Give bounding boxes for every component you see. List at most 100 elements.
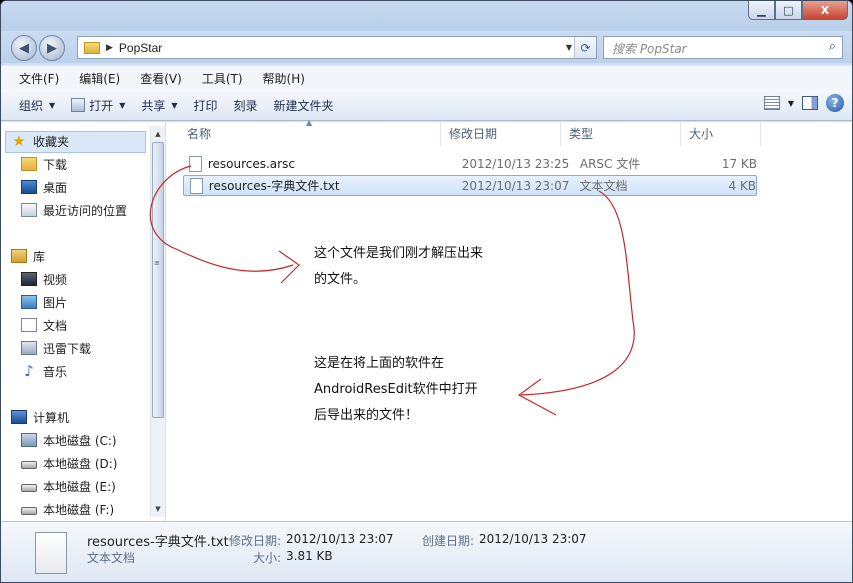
minimize-button[interactable]: ▁ xyxy=(748,1,775,20)
view-options-icon[interactable] xyxy=(763,96,780,110)
explorer-window: ▁ □ X ◀ ▶ ▶ PopStar ▼ ⟳ 搜索 PopStar ⌕ 文件(… xyxy=(0,0,853,583)
sidebar-label: 桌面 xyxy=(43,180,68,195)
recent-places-icon xyxy=(21,203,37,217)
sidebar-item-videos[interactable]: 视频 xyxy=(21,269,67,289)
maximize-button[interactable]: □ xyxy=(775,1,802,20)
column-header-type[interactable]: 类型 xyxy=(561,122,681,146)
menu-help[interactable]: 帮助(H) xyxy=(257,68,311,89)
menu-file[interactable]: 文件(F) xyxy=(13,68,65,89)
file-type: ARSC 文件 xyxy=(579,157,641,171)
column-header-name[interactable]: 名称 xyxy=(179,122,441,146)
menu-bar: 文件(F) 编辑(E) 查看(V) 工具(T) 帮助(H) xyxy=(1,65,852,90)
column-header-size[interactable]: 大小 xyxy=(681,122,761,146)
sidebar-scrollbar[interactable]: ▲ ≡ ▼ xyxy=(150,126,165,517)
chevron-down-icon: ▼ xyxy=(119,100,126,110)
breadcrumb-separator-icon[interactable]: ▶ xyxy=(106,43,113,53)
sidebar-item-drive-f[interactable]: 本地磁盘 (F:) xyxy=(21,499,114,519)
file-type: 文本文档 xyxy=(579,179,628,193)
menu-edit[interactable]: 编辑(E) xyxy=(73,68,126,89)
help-icon[interactable]: ? xyxy=(826,94,844,112)
organize-button[interactable]: 组织 ▼ xyxy=(11,93,63,117)
sidebar-label: 本地磁盘 (C:) xyxy=(43,433,117,448)
annotation-note-2: 这是在将上面的软件在 AndroidResEdit软件中打开 后导出来的文件！ xyxy=(314,351,478,429)
drive-icon xyxy=(21,460,37,469)
sidebar-group-favorites[interactable]: ★ 收藏夹 xyxy=(4,131,147,153)
open-button[interactable]: 打开 ▼ xyxy=(63,93,133,117)
menu-tools[interactable]: 工具(T) xyxy=(196,68,249,89)
file-name: resources-字典文件.txt xyxy=(208,179,340,193)
print-button[interactable]: 打印 xyxy=(186,93,226,117)
large-text-file-icon xyxy=(35,532,67,574)
sidebar-item-documents[interactable]: 文档 xyxy=(21,315,67,335)
video-icon xyxy=(21,272,37,286)
annotation-line: 这是在将上面的软件在 xyxy=(314,356,445,371)
music-icon: ♪ xyxy=(24,362,34,380)
star-icon: ★ xyxy=(12,132,26,150)
preview-pane-icon[interactable] xyxy=(802,96,818,110)
scroll-up-icon[interactable]: ▲ xyxy=(152,128,164,140)
sidebar-label: 收藏夹 xyxy=(33,134,70,149)
drive-icon xyxy=(21,483,37,492)
sidebar-item-pictures[interactable]: 图片 xyxy=(21,292,67,312)
scroll-grip-icon: ≡ xyxy=(154,259,160,267)
content-area: ★ 收藏夹 下载 桌面 最近访问的位置 库 视频 图片 文档 迅雷下载 ♪ 音乐 计… xyxy=(1,118,852,521)
desktop-icon xyxy=(21,180,37,194)
sidebar-label: 视频 xyxy=(43,272,68,287)
details-created-label: 创建日期: xyxy=(422,534,475,548)
sidebar-label: 最近访问的位置 xyxy=(43,203,128,218)
sidebar-label: 本地磁盘 (F:) xyxy=(43,502,115,517)
address-bar[interactable]: ▶ PopStar ▼ ⟳ xyxy=(77,36,597,59)
details-size-value: 3.81 KB xyxy=(286,549,333,563)
file-date: 2012/10/13 23:07 xyxy=(461,178,570,193)
breadcrumb-current[interactable]: PopStar xyxy=(119,41,162,55)
file-icon xyxy=(189,155,202,172)
sidebar-item-desktop[interactable]: 桌面 xyxy=(21,177,67,197)
sidebar-label: 下载 xyxy=(43,157,68,172)
sidebar-item-music[interactable]: ♪ 音乐 xyxy=(21,361,67,381)
column-header-date[interactable]: 修改日期 xyxy=(441,122,561,146)
file-row[interactable]: resources.arsc 2012/10/13 23:25 ARSC 文件 … xyxy=(183,153,757,174)
new-folder-button[interactable]: 新建文件夹 xyxy=(266,93,342,117)
sidebar-item-drive-d[interactable]: 本地磁盘 (D:) xyxy=(21,453,117,473)
search-icon[interactable]: ⌕ xyxy=(829,39,836,54)
sidebar-item-downloads[interactable]: 下载 xyxy=(21,154,67,174)
navigation-bar: ◀ ▶ ▶ PopStar ▼ ⟳ 搜索 PopStar ⌕ xyxy=(1,31,852,63)
back-arrow-icon: ◀ xyxy=(19,40,29,56)
close-button[interactable]: X xyxy=(802,1,848,20)
back-button[interactable]: ◀ xyxy=(11,35,37,61)
document-icon xyxy=(21,318,37,332)
share-label: 共享 xyxy=(141,98,166,113)
address-dropdown-icon[interactable]: ▼ xyxy=(566,43,572,52)
search-input[interactable]: 搜索 PopStar ⌕ xyxy=(603,36,843,59)
download-icon xyxy=(21,341,37,355)
share-button[interactable]: 共享 ▼ xyxy=(133,93,185,117)
folder-icon xyxy=(84,41,100,54)
sidebar-item-thunder[interactable]: 迅雷下载 xyxy=(21,338,91,358)
details-filename: resources-字典文件.txt xyxy=(87,535,229,550)
sidebar-item-recent[interactable]: 最近访问的位置 xyxy=(21,200,127,220)
view-controls: ▼ ? xyxy=(763,94,844,112)
chevron-down-icon[interactable]: ▼ xyxy=(788,99,794,108)
system-drive-icon xyxy=(21,433,37,447)
scroll-down-icon[interactable]: ▼ xyxy=(152,503,164,515)
open-label: 打开 xyxy=(89,98,114,113)
command-bar: 组织 ▼ 打开 ▼ 共享 ▼ 打印 刻录 新建文件夹 ▼ ? xyxy=(1,90,852,121)
details-created-value: 2012/10/13 23:07 xyxy=(479,532,587,546)
sidebar-label: 迅雷下载 xyxy=(43,341,92,356)
scroll-thumb[interactable] xyxy=(152,142,164,418)
file-date: 2012/10/13 23:25 xyxy=(461,156,570,171)
column-headers: ▲ 名称 修改日期 类型 大小 xyxy=(179,118,769,146)
menu-view[interactable]: 查看(V) xyxy=(134,68,188,89)
chevron-down-icon: ▼ xyxy=(49,100,56,110)
burn-button[interactable]: 刻录 xyxy=(226,93,266,117)
sidebar-item-drive-e[interactable]: 本地磁盘 (E:) xyxy=(21,476,116,496)
annotation-line: 后导出来的文件！ xyxy=(314,408,419,423)
sidebar-item-drive-c[interactable]: 本地磁盘 (C:) xyxy=(21,430,117,450)
library-icon xyxy=(11,249,27,263)
file-row-selected[interactable]: resources-字典文件.txt 2012/10/13 23:07 文本文档… xyxy=(183,175,757,196)
sidebar-label: 库 xyxy=(33,249,46,264)
sidebar-group-libraries[interactable]: 库 xyxy=(11,246,45,266)
refresh-button[interactable]: ⟳ xyxy=(574,37,596,58)
forward-button[interactable]: ▶ xyxy=(39,35,65,61)
sidebar-group-computer[interactable]: 计算机 xyxy=(11,407,69,427)
